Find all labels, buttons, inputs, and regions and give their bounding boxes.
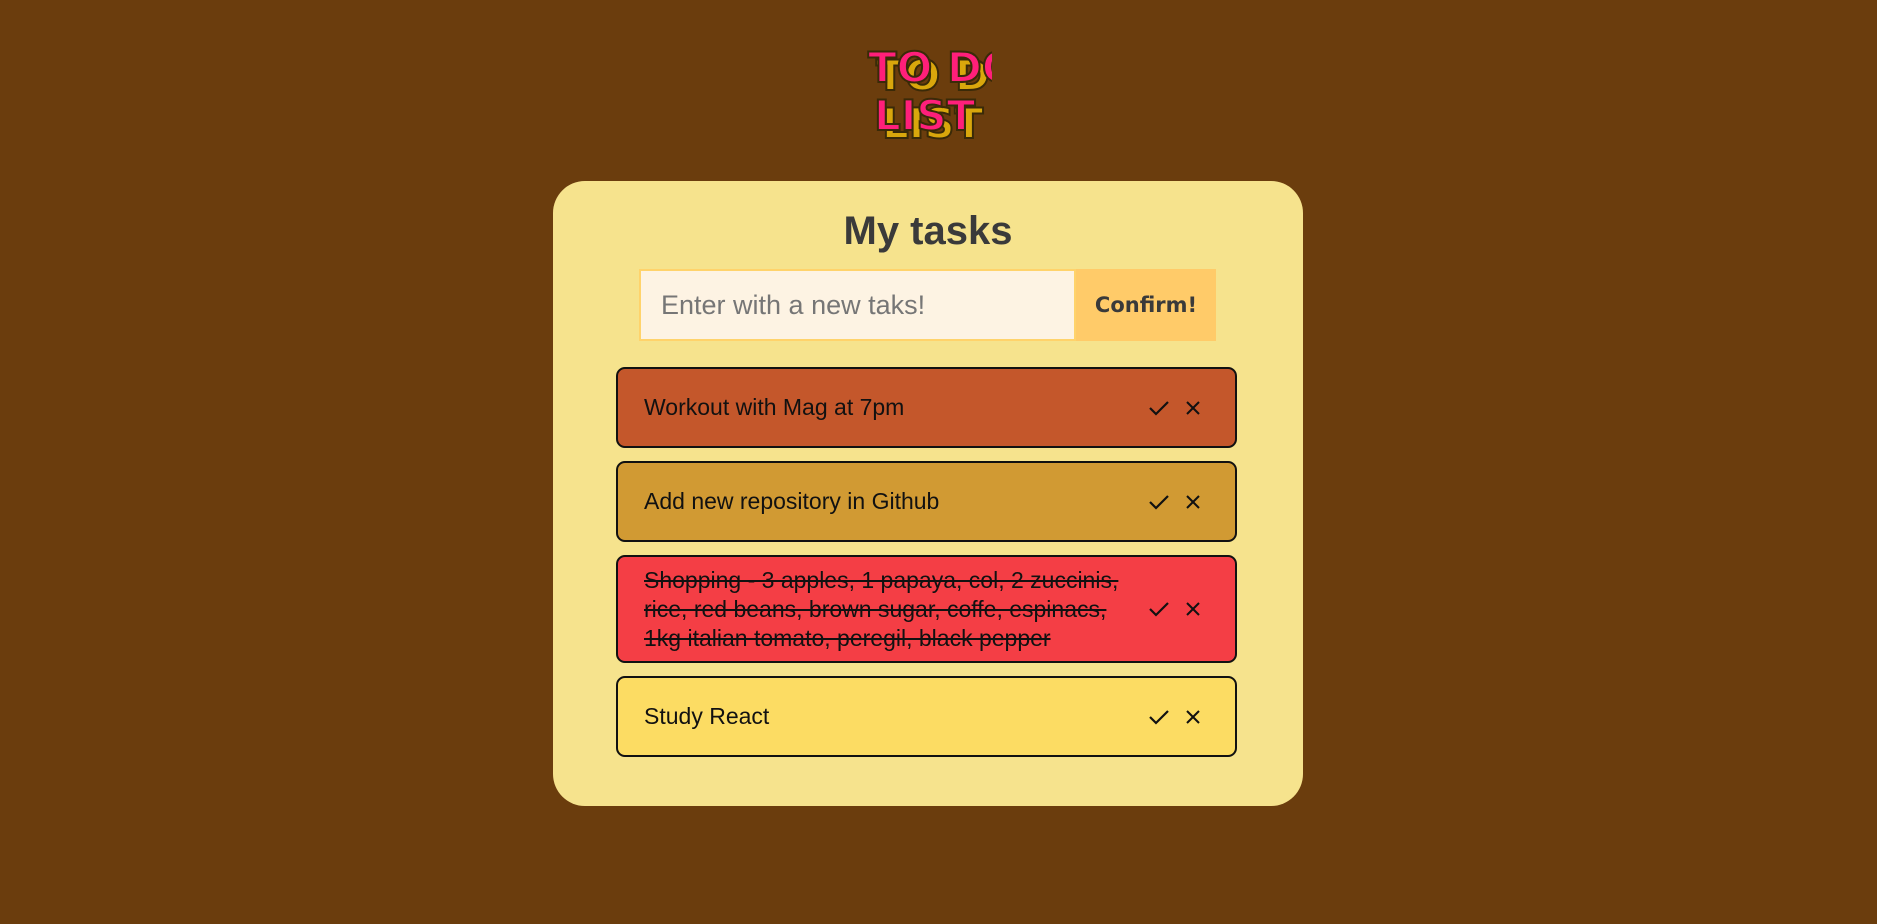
close-icon[interactable] <box>1183 398 1203 418</box>
task-text: Workout with Mag at 7pm <box>644 394 905 420</box>
task-actions <box>1149 707 1203 727</box>
check-icon[interactable] <box>1149 599 1169 619</box>
task-text: Add new repository in Github <box>644 488 940 514</box>
tasks-card: My tasks Confirm! Workout with Mag at 7p… <box>553 181 1303 806</box>
svg-text:LIST: LIST <box>874 91 976 140</box>
task-item: Add new repository in Github <box>616 461 1237 542</box>
task-item: Study React <box>616 676 1237 757</box>
svg-text:TO DO: TO DO <box>868 43 992 92</box>
task-item: Workout with Mag at 7pm <box>616 367 1237 448</box>
check-icon[interactable] <box>1149 398 1169 418</box>
close-icon[interactable] <box>1183 599 1203 619</box>
close-icon[interactable] <box>1183 492 1203 512</box>
close-icon[interactable] <box>1183 707 1203 727</box>
check-icon[interactable] <box>1149 492 1169 512</box>
task-text: Study React <box>644 703 770 729</box>
check-icon[interactable] <box>1149 707 1169 727</box>
todo-list-logo: TO DO LIST TO DO LIST <box>867 42 992 144</box>
new-task-form: Confirm! <box>639 269 1216 341</box>
new-task-input[interactable] <box>639 269 1076 341</box>
task-item: Shopping - 3 apples, 1 papaya, col, 2 zu… <box>616 555 1237 663</box>
task-actions <box>1149 398 1203 418</box>
page-title: My tasks <box>843 209 1013 253</box>
task-actions <box>1149 599 1203 619</box>
task-actions <box>1149 492 1203 512</box>
task-text: Shopping - 3 apples, 1 papaya, col, 2 zu… <box>644 566 1119 651</box>
confirm-button[interactable]: Confirm! <box>1076 269 1216 341</box>
